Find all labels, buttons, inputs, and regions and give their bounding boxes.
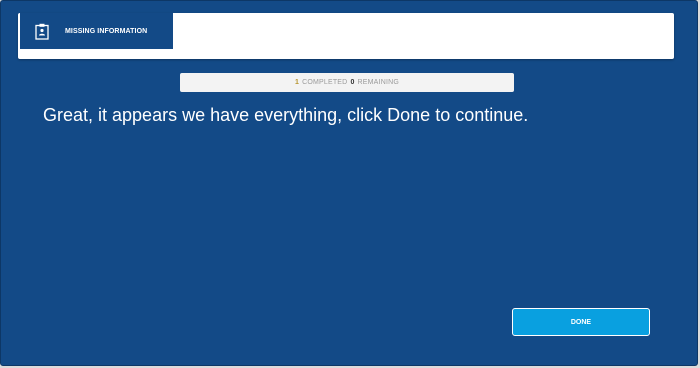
remaining-label: REMAINING xyxy=(357,79,400,86)
status-message: Great, it appears we have everything, cl… xyxy=(43,105,529,125)
done-button[interactable]: DONE xyxy=(512,308,650,336)
completed-label: COMPLETED xyxy=(302,79,348,86)
tab-label: MISSING INFORMATION xyxy=(65,27,148,35)
tab-missing-information[interactable]: MISSING INFORMATION xyxy=(20,13,173,49)
progress-summary: 1 COMPLETED 0 REMAINING xyxy=(180,73,514,92)
remaining-count: 0 xyxy=(350,79,355,86)
completed-count: 1 xyxy=(294,79,300,86)
wizard-panel: MISSING INFORMATION 1 COMPLETED 0 REMAIN… xyxy=(0,0,698,366)
clipboard-icon xyxy=(35,23,49,40)
